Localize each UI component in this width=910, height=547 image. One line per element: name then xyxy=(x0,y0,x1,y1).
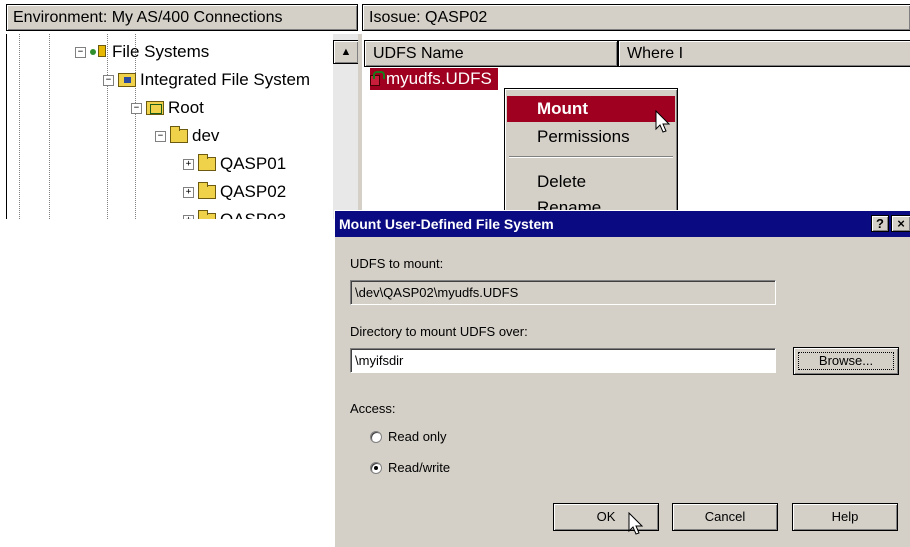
list-item-label: myudfs.UDFS xyxy=(386,69,492,88)
tree-item-integrated-file-system[interactable]: − Integrated File System xyxy=(103,66,310,94)
mount-directory-label: Directory to mount UDFS over: xyxy=(350,324,528,339)
tree-item-label: Root xyxy=(168,98,204,117)
tree-item-label: QASP02 xyxy=(220,182,287,201)
menu-item-delete[interactable]: Delete xyxy=(507,169,675,195)
scroll-up-button[interactable]: ▲ xyxy=(333,40,359,64)
expand-icon[interactable]: + xyxy=(183,158,194,170)
tree-item-dev[interactable]: − dev xyxy=(155,122,219,150)
navigation-tree[interactable]: − File Systems − Integrated File System … xyxy=(6,34,359,219)
up-arrow-icon: ▲ xyxy=(340,46,352,58)
collapse-icon[interactable]: − xyxy=(103,74,114,86)
left-pane-header: Environment: My AS/400 Connections xyxy=(6,4,358,31)
list-item-myudfs[interactable]: myudfs.UDFS xyxy=(369,67,499,91)
folder-icon xyxy=(170,126,188,143)
tree-item-file-systems[interactable]: − File Systems xyxy=(75,38,209,66)
tree-item-label: Integrated File System xyxy=(140,70,311,89)
udfs-icon xyxy=(370,71,385,87)
tree-item-qasp03[interactable]: + QASP03 xyxy=(183,206,286,219)
column-header-where[interactable]: Where I xyxy=(618,40,910,67)
mount-directory-input[interactable]: \myifsdir xyxy=(350,348,776,373)
collapse-icon[interactable]: − xyxy=(131,102,142,114)
root-folder-icon xyxy=(146,101,164,115)
radio-label: Read/write xyxy=(388,460,451,475)
tree-item-label: dev xyxy=(192,126,220,145)
dialog-titlebar[interactable]: Mount User-Defined File System xyxy=(335,211,910,237)
help-button[interactable]: Help xyxy=(792,503,898,531)
help-icon[interactable]: ? xyxy=(871,215,889,232)
folder-icon xyxy=(198,154,216,171)
tree-item-qasp01[interactable]: + QASP01 xyxy=(183,150,286,178)
tree-item-qasp02[interactable]: + QASP02 xyxy=(183,178,286,206)
context-menu: Mount Permissions Delete Rename xyxy=(504,88,678,219)
menu-item-mount[interactable]: Mount xyxy=(507,96,675,122)
radio-read-only[interactable]: Read only xyxy=(370,429,447,444)
tree-item-root[interactable]: − Root xyxy=(131,94,204,122)
menu-separator xyxy=(509,156,673,158)
expand-icon[interactable]: + xyxy=(183,214,194,219)
tree-item-label: QASP03 xyxy=(220,210,286,219)
browse-button[interactable]: Browse... xyxy=(793,347,899,375)
collapse-icon[interactable]: − xyxy=(155,130,166,142)
tree-item-label: File Systems xyxy=(112,42,210,61)
cancel-button[interactable]: Cancel xyxy=(672,503,778,531)
radio-label: Read only xyxy=(388,429,447,444)
mount-udfs-dialog: Mount User-Defined File System ? × UDFS … xyxy=(334,210,910,547)
radio-read-write[interactable]: Read/write xyxy=(370,460,450,475)
menu-item-permissions[interactable]: Permissions xyxy=(507,124,675,150)
radio-selected-icon[interactable] xyxy=(370,461,382,474)
close-icon[interactable]: × xyxy=(891,215,910,232)
right-pane-header: Isosue: QASP02 xyxy=(362,4,910,31)
integrated-file-system-icon xyxy=(118,73,136,87)
expand-icon[interactable]: + xyxy=(183,186,194,198)
collapse-icon[interactable]: − xyxy=(75,46,86,58)
radio-unselected-icon[interactable] xyxy=(370,430,382,443)
folder-icon xyxy=(198,210,216,219)
udfs-to-mount-field: \dev\QASP02\myudfs.UDFS xyxy=(350,280,776,305)
file-systems-icon xyxy=(90,45,108,59)
access-label: Access: xyxy=(350,401,396,416)
tree-item-label: QASP01 xyxy=(220,154,287,173)
udfs-to-mount-label: UDFS to mount: xyxy=(350,256,444,271)
column-header-udfs-name[interactable]: UDFS Name xyxy=(364,40,618,67)
open-folder-icon xyxy=(198,182,216,199)
dialog-title: Mount User-Defined File System xyxy=(339,216,554,232)
